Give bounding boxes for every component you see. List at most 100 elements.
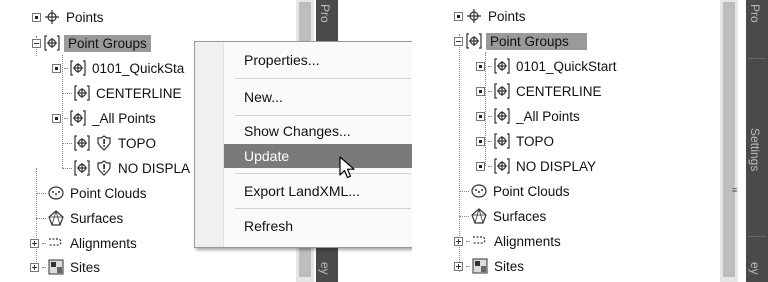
tree-label: _All Points — [92, 110, 156, 126]
expander-icon[interactable] — [476, 86, 485, 96]
menu-separator — [235, 115, 411, 116]
menu-item-new[interactable]: New... — [224, 85, 412, 109]
tree-item-quickstart[interactable]: 0101_QuickSta — [52, 57, 184, 79]
surface-icon — [48, 210, 64, 226]
tree-item-alignments[interactable]: Alignments — [30, 232, 137, 254]
collapse-icon[interactable] — [454, 36, 463, 46]
tree-label: Sites — [70, 259, 101, 275]
tree-item-sites[interactable]: Sites — [454, 255, 524, 277]
tree-label: TOPO — [118, 135, 157, 151]
tree-item-centerline[interactable]: CENTERLINE — [476, 80, 602, 102]
menu-separator — [235, 78, 411, 79]
tab-settings[interactable]: Settings — [748, 128, 762, 171]
expand-icon[interactable] — [30, 238, 39, 248]
point-group-icon — [494, 58, 510, 74]
expand-icon[interactable] — [454, 261, 463, 271]
tree-label: Sites — [494, 258, 525, 274]
menu-item-properties[interactable]: Properties... — [224, 48, 412, 72]
tree-label: Points — [488, 8, 526, 24]
alignment-icon — [472, 233, 488, 249]
expander-icon[interactable] — [52, 63, 61, 73]
resize-grip-icon[interactable]: ≡ — [732, 185, 737, 195]
tree-item-surfaces[interactable]: Surfaces — [459, 205, 546, 227]
expander-icon[interactable] — [476, 111, 485, 121]
vertical-scrollbar[interactable] — [720, 0, 738, 282]
point-group-icon — [70, 60, 86, 76]
tree-connector — [488, 165, 492, 167]
menu-item-show-changes[interactable]: Show Changes... — [224, 119, 412, 143]
out-of-date-warning-icon — [96, 160, 112, 176]
tree-label: Point Clouds — [70, 185, 147, 201]
divider — [412, 0, 436, 282]
tab-separator — [748, 58, 766, 59]
tree-label: Point Clouds — [493, 183, 570, 199]
tree-label: Surfaces — [493, 208, 547, 224]
tree-item-point-groups[interactable]: Point Groups — [454, 30, 587, 52]
scrollbar-thumb[interactable] — [723, 2, 735, 277]
tree-item-all-points[interactable]: _All Points — [476, 105, 580, 127]
site-icon — [472, 258, 488, 274]
menu-item-update[interactable]: Update — [224, 144, 412, 168]
tree-connector — [62, 142, 72, 144]
tab-survey[interactable]: ey — [318, 262, 332, 275]
tree-item-topo[interactable]: TOPO — [476, 130, 554, 152]
tree-label: Point Groups — [486, 32, 587, 50]
point-group-icon — [44, 35, 60, 51]
surface-icon — [471, 208, 487, 224]
tree-item-no-display[interactable]: NO DISPLA — [62, 157, 190, 179]
tab-survey[interactable]: ey — [748, 262, 762, 275]
out-of-date-warning-icon — [96, 135, 112, 151]
tree-item-points[interactable]: Points — [454, 5, 526, 27]
point-group-icon — [74, 135, 90, 151]
tree-item-centerline[interactable]: CENTERLINE — [62, 82, 182, 104]
tree-item-no-display[interactable]: NO DISPLAY — [476, 155, 596, 177]
tree-label: CENTERLINE — [96, 85, 182, 101]
point-group-icon — [466, 33, 482, 49]
expander-icon[interactable] — [32, 12, 41, 22]
tree-item-surfaces[interactable]: Surfaces — [36, 207, 123, 229]
collapse-icon[interactable] — [32, 38, 41, 48]
site-icon — [48, 259, 64, 275]
tree-connector — [62, 92, 72, 94]
tree-label: TOPO — [516, 133, 555, 149]
menu-item-refresh[interactable]: Refresh — [224, 214, 412, 238]
tree-item-topo[interactable]: TOPO — [62, 132, 156, 154]
tree-item-point-clouds[interactable]: Point Clouds — [36, 182, 147, 204]
tree-connector — [36, 192, 46, 194]
tree-connector — [64, 67, 68, 69]
expander-icon[interactable] — [52, 113, 61, 123]
expander-icon[interactable] — [476, 136, 485, 146]
expand-icon[interactable] — [30, 262, 39, 272]
expand-icon[interactable] — [454, 236, 463, 246]
menu-item-export-landxml[interactable]: Export LandXML... — [224, 179, 412, 203]
tree-item-all-points[interactable]: _All Points — [52, 107, 156, 129]
expander-icon[interactable] — [476, 161, 485, 171]
tab-separator — [748, 236, 766, 237]
tab-prospector[interactable]: Pro — [748, 4, 762, 23]
tree-label: Point Groups — [64, 34, 151, 52]
expander-icon[interactable] — [454, 11, 463, 21]
expander-icon[interactable] — [476, 61, 485, 71]
tree-connector — [466, 240, 470, 242]
point-group-icon — [494, 83, 510, 99]
tree-item-quickstart[interactable]: 0101_QuickStart — [476, 55, 617, 77]
tree-connector — [488, 140, 492, 142]
tree-item-sites[interactable]: Sites — [30, 256, 100, 278]
tree-connector — [488, 65, 492, 67]
tree-label: Alignments — [494, 233, 561, 249]
side-tab-strip: Pro Settings ey — [746, 0, 768, 282]
tree-item-alignments[interactable]: Alignments — [454, 230, 561, 252]
tree-label: CENTERLINE — [516, 83, 602, 99]
tree-item-points[interactable]: Points — [32, 6, 104, 28]
tree-item-point-clouds[interactable]: Point Clouds — [459, 180, 570, 202]
tree-label: Surfaces — [70, 210, 124, 226]
tab-prospector[interactable]: Pro — [318, 4, 332, 23]
menu-icon-column — [195, 42, 224, 247]
tree-label: 0101_QuickSta — [92, 60, 185, 76]
context-menu: Properties... New... Show Changes... Upd… — [194, 41, 416, 248]
points-icon — [466, 8, 482, 24]
right-tree: Points Point Groups 0101_QuickStart CENT… — [436, 0, 768, 282]
tree-item-point-groups[interactable]: Point Groups — [32, 32, 151, 54]
point-group-icon — [494, 133, 510, 149]
tree-connector — [42, 242, 46, 244]
